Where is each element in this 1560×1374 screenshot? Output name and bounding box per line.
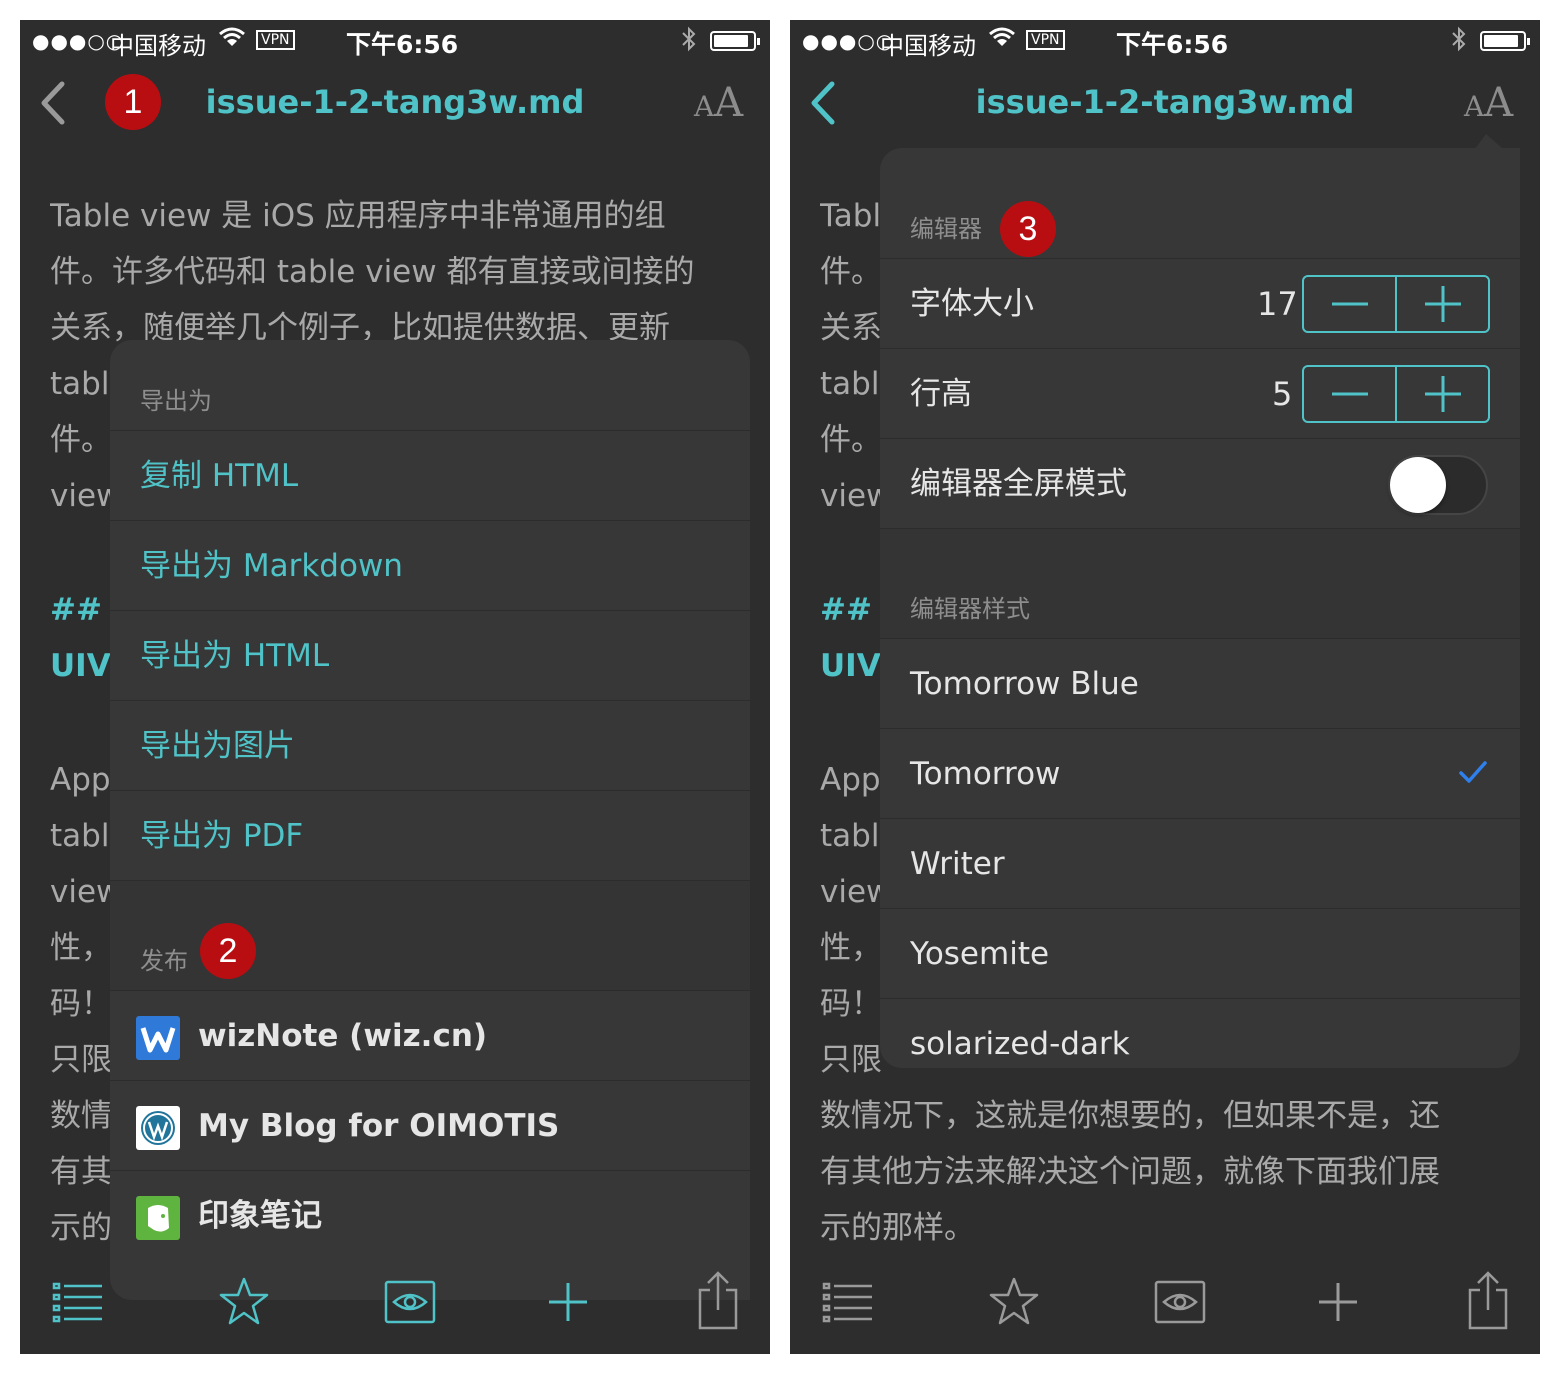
plus-icon[interactable] <box>546 1280 590 1328</box>
nav-bar: 1 issue-1-2-tang3w.md AA <box>20 60 770 150</box>
list-icon[interactable] <box>52 1280 104 1328</box>
publish-wiznote-item[interactable]: wizNote (wiz.cn) <box>110 990 750 1080</box>
status-time: 下午6:56 <box>346 30 459 59</box>
line-height-value: 5 <box>1272 375 1293 413</box>
font-size-label: 字体大小 <box>910 286 1034 322</box>
carrier-label: 中国移动 <box>110 32 206 60</box>
share-icon[interactable] <box>1466 1270 1510 1334</box>
line-height-label: 行高 <box>910 376 972 412</box>
eye-icon[interactable] <box>384 1280 436 1328</box>
export-section-header: 导出为 <box>140 387 212 415</box>
checkmark-icon <box>1458 759 1488 789</box>
phone-left: ●●●○○ 中国移动 VPN 下午6:56 1 issue-1-2-tang3w… <box>20 20 770 1354</box>
font-size-increase-button[interactable] <box>1397 277 1488 331</box>
eye-icon[interactable] <box>1154 1280 1206 1328</box>
fullscreen-label: 编辑器全屏模式 <box>910 466 1127 502</box>
callout-badge-3: 3 <box>1000 201 1056 257</box>
style-item-yosemite[interactable]: Yosemite <box>880 908 1520 998</box>
toggle-knob <box>1390 457 1446 513</box>
doc-line: Table view 是 iOS 应用程序中非常通用的组 <box>50 198 666 234</box>
line-height-decrease-button[interactable] <box>1304 367 1397 421</box>
doc-line: 件。许多代码和 table view 都有直接或间接的 <box>50 254 695 290</box>
evernote-icon <box>136 1196 180 1240</box>
export-html-item[interactable]: 导出为 HTML <box>110 610 750 700</box>
doc-line: 数情况下，这就是你想要的，但如果不是，还 <box>820 1098 1440 1134</box>
font-settings-button[interactable]: AA <box>1464 80 1513 126</box>
publish-blog-item[interactable]: My Blog for OIMOTIS <box>110 1080 750 1170</box>
wiznote-icon <box>136 1016 180 1060</box>
wifi-icon <box>988 25 1016 55</box>
fullscreen-row: 编辑器全屏模式 <box>880 438 1520 528</box>
carrier-label: 中国移动 <box>880 32 976 60</box>
style-item-tomorrow-blue[interactable]: Tomorrow Blue <box>880 638 1520 728</box>
fullscreen-toggle[interactable] <box>1388 455 1488 515</box>
battery-icon <box>710 31 760 51</box>
wordpress-icon <box>136 1106 180 1150</box>
font-settings-button[interactable]: AA <box>694 80 743 126</box>
star-icon[interactable] <box>988 1276 1040 1330</box>
copy-html-item[interactable]: 复制 HTML <box>110 430 750 520</box>
plus-icon[interactable] <box>1316 1280 1360 1328</box>
battery-icon <box>1480 31 1530 51</box>
editor-settings-popover: 编辑器 3 字体大小 17 行高 5 编辑器全屏模式 编辑器样式 Tomorro… <box>880 148 1520 1068</box>
bluetooth-icon <box>1450 25 1468 59</box>
style-section-header: 编辑器样式 <box>880 528 1520 638</box>
font-size-value: 17 <box>1257 285 1298 323</box>
line-height-row: 行高 5 <box>880 348 1520 438</box>
export-markdown-item[interactable]: 导出为 Markdown <box>110 520 750 610</box>
style-item-tomorrow[interactable]: Tomorrow <box>880 728 1520 818</box>
doc-line: 有其他方法来解决这个问题，就像下面我们展 <box>820 1154 1440 1190</box>
status-bar: ●●●○○ 中国移动 VPN 下午6:56 <box>20 20 770 60</box>
style-item-solarized-dark[interactable]: solarized-dark <box>880 998 1520 1068</box>
publish-evernote-item[interactable]: 印象笔记 <box>110 1170 750 1260</box>
style-item-writer[interactable]: Writer <box>880 818 1520 908</box>
export-image-item[interactable]: 导出为图片 <box>110 700 750 790</box>
status-time: 下午6:56 <box>1116 30 1229 59</box>
wifi-icon <box>218 25 246 55</box>
line-height-increase-button[interactable] <box>1397 367 1488 421</box>
bluetooth-icon <box>680 25 698 59</box>
list-icon[interactable] <box>822 1280 874 1328</box>
font-size-stepper <box>1302 275 1490 333</box>
vpn-indicator: VPN <box>256 30 295 50</box>
callout-badge-2: 2 <box>200 923 256 979</box>
bottom-toolbar <box>790 1260 1540 1354</box>
status-bar: ●●●○○ 中国移动 VPN 下午6:56 <box>790 20 1540 60</box>
line-height-stepper <box>1302 365 1490 423</box>
export-popover: 导出为 复制 HTML 导出为 Markdown 导出为 HTML 导出为图片 … <box>110 340 750 1300</box>
publish-section-header: 发布 2 <box>110 880 750 990</box>
bottom-toolbar <box>20 1260 770 1354</box>
document-title: issue-1-2-tang3w.md <box>975 83 1355 121</box>
font-size-row: 字体大小 17 <box>880 258 1520 348</box>
phone-right: ●●●○○ 中国移动 VPN 下午6:56 issue-1-2-tang3w.m… <box>790 20 1540 1354</box>
doc-line: 示的那样。 <box>820 1210 975 1246</box>
document-title: issue-1-2-tang3w.md <box>205 83 585 121</box>
share-icon[interactable] <box>696 1270 740 1334</box>
nav-bar: issue-1-2-tang3w.md AA <box>790 60 1540 150</box>
font-size-decrease-button[interactable] <box>1304 277 1397 331</box>
vpn-indicator: VPN <box>1026 30 1065 50</box>
editor-section-header: 编辑器 3 <box>880 148 1520 258</box>
star-icon[interactable] <box>218 1276 270 1330</box>
export-pdf-item[interactable]: 导出为 PDF <box>110 790 750 880</box>
